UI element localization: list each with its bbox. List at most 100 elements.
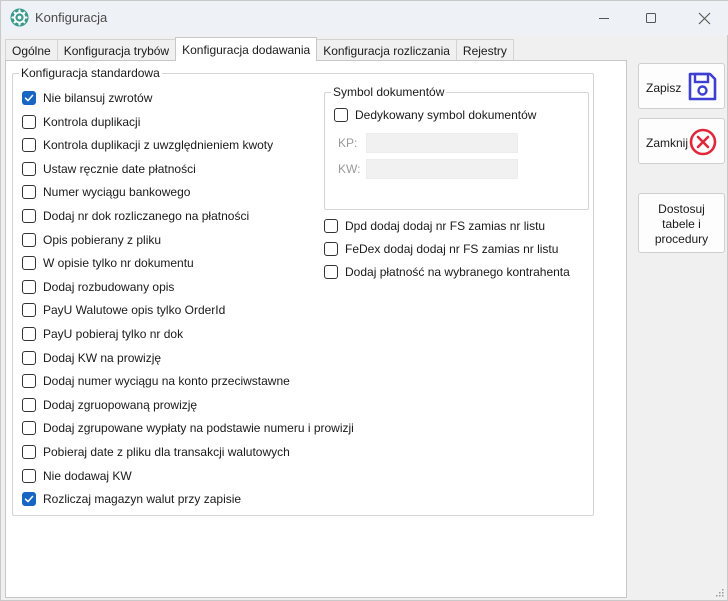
option-checkbox[interactable]: [22, 397, 36, 412]
checkbox-row[interactable]: Opis pobierany z pliku: [22, 232, 161, 248]
checkbox-row[interactable]: Dodaj rozbudowany opis: [22, 279, 174, 295]
floppy-disk-icon: [688, 72, 717, 101]
checkbox-row[interactable]: Nie dodawaj KW: [22, 468, 132, 484]
option-checkbox[interactable]: [22, 327, 36, 341]
checkbox-row[interactable]: Dodaj numer wyciągu na konto przeciwstaw…: [22, 373, 290, 389]
option-checkbox[interactable]: [324, 242, 338, 256]
option-label: Pobieraj date z pliku dla transakcji wal…: [43, 445, 290, 459]
close-icon: [698, 12, 710, 24]
option-label: FeDex dodaj dodaj nr FS zamias nr listu: [345, 242, 559, 256]
checkbox-row[interactable]: Dpd dodaj dodaj nr FS zamias nr listu: [324, 218, 545, 234]
window-title: Konfiguracja: [35, 10, 108, 25]
checkbox-row[interactable]: W opisie tylko nr dokumentu: [22, 255, 194, 271]
option-checkbox[interactable]: [22, 421, 36, 436]
option-checkbox[interactable]: [22, 161, 36, 176]
option-checkbox[interactable]: [22, 256, 36, 271]
tab-strip: Ogólne Konfiguracja trybów Konfiguracja …: [5, 37, 514, 61]
checkbox-row[interactable]: Rozliczaj magazyn walut przy zapisie: [22, 491, 241, 507]
checkbox-row[interactable]: Dodaj KW na prowizję: [22, 350, 161, 366]
option-checkbox[interactable]: [324, 265, 338, 279]
option-label: Dodaj KW na prowizję: [43, 350, 162, 365]
option-label: Dpd dodaj dodaj nr FS zamias nr listu: [345, 219, 546, 233]
standard-config-group-label: Konfiguracja standardowa: [19, 66, 162, 80]
option-label: Kontrola duplikacji z uwzględnieniem kwo…: [43, 138, 274, 153]
checkbox-row[interactable]: Kontrola duplikacji: [22, 114, 140, 130]
config-window: Konfiguracja Ogólne Konfiguracja trybów …: [0, 0, 728, 601]
dedicated-symbol-checkbox-row[interactable]: Dedykowany symbol dokumentów: [334, 107, 536, 123]
tab-adding-config[interactable]: Konfiguracja dodawania: [175, 37, 318, 61]
kp-label: KP:: [338, 136, 358, 150]
tab-modes-config[interactable]: Konfiguracja trybów: [56, 39, 177, 61]
kw-input[interactable]: [366, 159, 518, 179]
option-checkbox[interactable]: [22, 350, 36, 365]
kw-label: KW:: [338, 162, 361, 176]
option-label: Ustaw ręcznie date płatności: [43, 161, 196, 176]
option-checkbox[interactable]: [22, 232, 36, 247]
checkbox-row[interactable]: Dodaj zgrupowane wypłaty na podstawie nu…: [22, 420, 354, 436]
maximize-icon: [646, 13, 656, 23]
kp-input[interactable]: [366, 133, 518, 153]
cancel-circle-icon: [689, 128, 717, 156]
option-checkbox[interactable]: [22, 468, 36, 483]
option-label: PayU pobieraj tylko nr dok: [43, 327, 184, 341]
checkmark-icon: [24, 94, 34, 102]
customize-line-2: tabele i: [662, 217, 701, 231]
close-button[interactable]: Zamknij: [638, 118, 725, 164]
tab-registers[interactable]: Rejestry: [455, 39, 514, 61]
option-label: Nie bilansuj zwrotów: [43, 91, 153, 105]
option-label: Dodaj zgrupowane wypłaty na podstawie nu…: [43, 421, 354, 436]
checkbox-row[interactable]: Kontrola duplikacji z uwzględnieniem kwo…: [22, 137, 273, 153]
option-label: Dodaj numer wyciągu na konto przeciwstaw…: [43, 374, 290, 389]
option-label: Opis pobierany z pliku: [43, 232, 162, 247]
option-checkbox[interactable]: [22, 209, 36, 223]
option-checkbox[interactable]: [22, 445, 36, 459]
checkbox-row[interactable]: Pobieraj date z pliku dla transakcji wal…: [22, 444, 290, 460]
option-label: Dodaj nr dok rozliczanego na płatności: [43, 209, 250, 223]
checkbox-row[interactable]: Nie bilansuj zwrotów: [22, 90, 152, 106]
option-checkbox[interactable]: [22, 91, 36, 105]
option-checkbox[interactable]: [22, 114, 36, 129]
checkbox-row[interactable]: FeDex dodaj dodaj nr FS zamias nr listu: [324, 241, 558, 257]
dedicated-symbol-checkbox[interactable]: [334, 108, 348, 122]
option-label: Nie dodawaj KW: [43, 468, 132, 483]
option-label: Dodaj płatność na wybranego kontrahenta: [345, 265, 570, 279]
document-symbol-group-label: Symbol dokumentów: [331, 85, 447, 99]
option-label: Kontrola duplikacji: [43, 114, 141, 129]
checkbox-row[interactable]: Dodaj nr dok rozliczanego na płatności: [22, 208, 249, 224]
option-checkbox[interactable]: [22, 185, 36, 200]
title-bar: Konfiguracja: [1, 1, 728, 35]
save-button-label: Zapisz: [646, 81, 682, 95]
checkmark-icon: [24, 495, 34, 503]
checkbox-row[interactable]: Ustaw ręcznie date płatności: [22, 161, 196, 177]
option-label: Rozliczaj magazyn walut przy zapisie: [43, 492, 242, 507]
close-button-label: Zamknij: [646, 136, 689, 150]
tab-settlement-config[interactable]: Konfiguracja rozliczania: [316, 39, 457, 61]
option-label: Numer wyciągu bankowego: [43, 185, 191, 200]
option-checkbox[interactable]: [22, 303, 36, 318]
checkbox-row[interactable]: PayU Walutowe opis tylko OrderId: [22, 302, 225, 318]
checkbox-row[interactable]: PayU pobieraj tylko nr dok: [22, 326, 183, 342]
maximize-button[interactable]: [628, 1, 674, 35]
option-checkbox[interactable]: [22, 279, 36, 294]
option-label: PayU Walutowe opis tylko OrderId: [43, 303, 226, 318]
option-label: W opisie tylko nr dokumentu: [43, 256, 194, 271]
minimize-icon: [599, 18, 609, 19]
tab-page-adding-config: Konfiguracja standardowa Symbol dokument…: [5, 60, 627, 598]
close-window-button[interactable]: [681, 1, 727, 35]
checkbox-row[interactable]: Numer wyciągu bankowego: [22, 184, 190, 200]
option-label: Dodaj zgruopowaną prowizję: [43, 397, 198, 412]
customize-tables-button[interactable]: Dostosuj tabele i procedury: [638, 193, 725, 253]
checkbox-row[interactable]: Dodaj zgruopowaną prowizję: [22, 397, 197, 413]
minimize-button[interactable]: [581, 1, 627, 35]
option-checkbox[interactable]: [22, 374, 36, 389]
option-checkbox[interactable]: [22, 138, 36, 153]
customize-line-3: procedury: [654, 232, 709, 246]
gear-icon: [10, 8, 29, 27]
save-button[interactable]: Zapisz: [638, 63, 725, 109]
resize-grip-icon[interactable]: [714, 587, 724, 597]
checkbox-row[interactable]: Dodaj płatność na wybranego kontrahenta: [324, 264, 570, 280]
option-checkbox[interactable]: [324, 219, 338, 233]
option-checkbox[interactable]: [22, 492, 36, 507]
dedicated-symbol-label: Dedykowany symbol dokumentów: [355, 108, 537, 122]
tab-general[interactable]: Ogólne: [5, 39, 58, 61]
